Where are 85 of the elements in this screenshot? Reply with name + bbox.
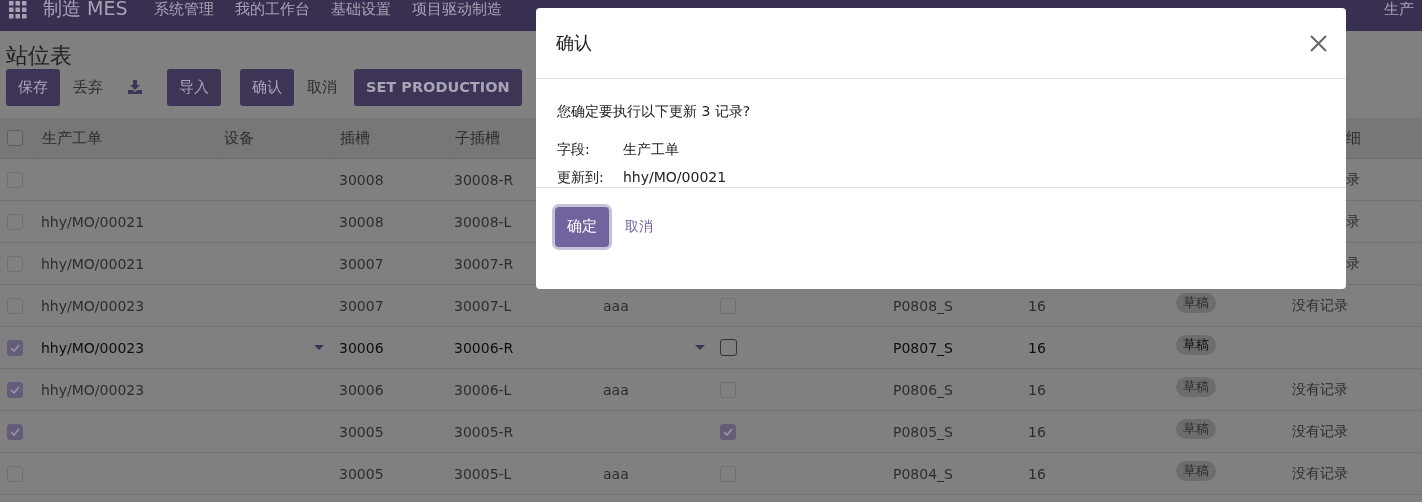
toolbar-button[interactable]: 导入	[167, 68, 221, 106]
status-tag: 草稿	[1176, 334, 1216, 355]
table-cell: 30006	[339, 339, 384, 356]
table-cell: aaa	[603, 297, 629, 314]
table-cell: 没有记录	[1292, 380, 1348, 399]
table-cell: 30006	[339, 381, 384, 398]
table-cell: 30005	[339, 423, 384, 440]
status-tag: 草稿	[1176, 460, 1216, 481]
apps-menu-icon[interactable]	[9, 1, 27, 19]
table-cell: 录	[1346, 212, 1360, 231]
check-icon	[10, 427, 20, 436]
table-checkbox[interactable]	[720, 423, 736, 440]
column-header[interactable]: 插槽	[334, 118, 449, 158]
download-icon[interactable]	[128, 80, 142, 94]
table-cell: hhy/MO/00023	[41, 381, 145, 398]
dialog-title: 确认	[556, 31, 592, 55]
table-cell: P0806_S	[893, 381, 953, 398]
confirm-button[interactable]: 确定	[555, 206, 609, 247]
status-tag: 草稿	[1176, 376, 1216, 397]
table-cell: 录	[1346, 170, 1360, 189]
table-cell: 16	[1028, 465, 1046, 482]
check-icon	[723, 427, 733, 436]
nav-menu-item[interactable]: 生产	[1384, 0, 1414, 18]
table-cell: 30007-L	[454, 297, 512, 314]
table-cell: hhy/MO/00023	[41, 339, 145, 356]
table-cell: 30007	[339, 297, 384, 314]
table-cell: P0805_S	[893, 423, 953, 440]
nav-menu-item[interactable]: 基础设置	[330, 0, 391, 18]
select-all-checkbox[interactable]	[7, 130, 23, 146]
table-cell: 30006-L	[454, 381, 512, 398]
table-cell: 30008	[339, 171, 384, 188]
table-cell: P0804_S	[893, 465, 953, 482]
toolbar-button[interactable]: SET PRODUCTION	[354, 68, 522, 106]
table-cell: 16	[1028, 339, 1046, 356]
column-header[interactable]: 生产工单	[36, 118, 218, 158]
table-cell: 30007-R	[454, 255, 514, 272]
table-cell: 没有记录	[1292, 296, 1348, 315]
field-value: hhy/MO/00021	[623, 168, 727, 187]
table-cell: P0808_S	[893, 297, 953, 314]
toolbar-button[interactable]: 确认	[240, 68, 294, 106]
row-checkbox[interactable]	[7, 339, 23, 356]
table-cell: 16	[1028, 381, 1046, 398]
table-cell: 录	[1346, 254, 1360, 273]
table-checkbox[interactable]	[720, 339, 737, 356]
table-cell: P0807_S	[893, 339, 953, 356]
table-cell: 30006-R	[454, 339, 514, 356]
close-icon[interactable]	[1310, 34, 1327, 52]
cancel-button[interactable]: 取消	[625, 217, 653, 236]
table-cell: hhy/MO/00021	[41, 255, 145, 272]
nav-menu-item[interactable]: 项目驱动制造	[411, 0, 502, 18]
dialog-message: 您确定要执行以下更新 3 记录?	[557, 103, 752, 121]
table-cell: 30008-R	[454, 171, 514, 188]
table-cell: 30008-L	[454, 213, 512, 230]
nav-menu-item[interactable]: 系统管理	[153, 0, 214, 18]
toolbar-link[interactable]: 丢弃	[73, 77, 103, 97]
table-cell: 30005-R	[454, 423, 514, 440]
row-checkbox[interactable]	[7, 381, 23, 398]
table-cell: 16	[1028, 423, 1046, 440]
check-icon	[10, 385, 20, 394]
status-tag: 草稿	[1176, 292, 1216, 313]
table-cell: 没有记录	[1292, 464, 1348, 483]
table-cell: aaa	[603, 465, 629, 482]
table-cell: hhy/MO/00021	[41, 213, 145, 230]
check-icon	[10, 343, 20, 352]
field-label: 字段:	[557, 140, 591, 159]
table-cell: hhy/MO/00023	[41, 297, 145, 314]
nav-menu-item[interactable]: 我的工作台	[234, 0, 310, 18]
table-cell: 30008	[339, 213, 384, 230]
field-label: 更新到:	[557, 168, 605, 187]
table-cell: 30005-L	[454, 465, 512, 482]
caret-icon[interactable]	[314, 345, 324, 350]
app-name: 制造 MES	[43, 0, 128, 17]
status-tag: 草稿	[1176, 418, 1216, 439]
row-checkbox[interactable]	[7, 423, 23, 440]
toolbar-link[interactable]: 取消	[307, 77, 337, 97]
table-cell: aaa	[603, 381, 629, 398]
table-cell: 30005	[339, 465, 384, 482]
table-cell: 16	[1028, 297, 1046, 314]
table-cell: 没有记录	[1292, 422, 1348, 441]
table-cell: 30007	[339, 255, 384, 272]
page-title: 站位表	[6, 42, 72, 68]
column-header[interactable]: 设备	[218, 118, 334, 158]
toolbar-button[interactable]: 保存	[6, 68, 60, 106]
field-value: 生产工单	[623, 140, 679, 159]
caret-icon[interactable]	[695, 345, 705, 350]
